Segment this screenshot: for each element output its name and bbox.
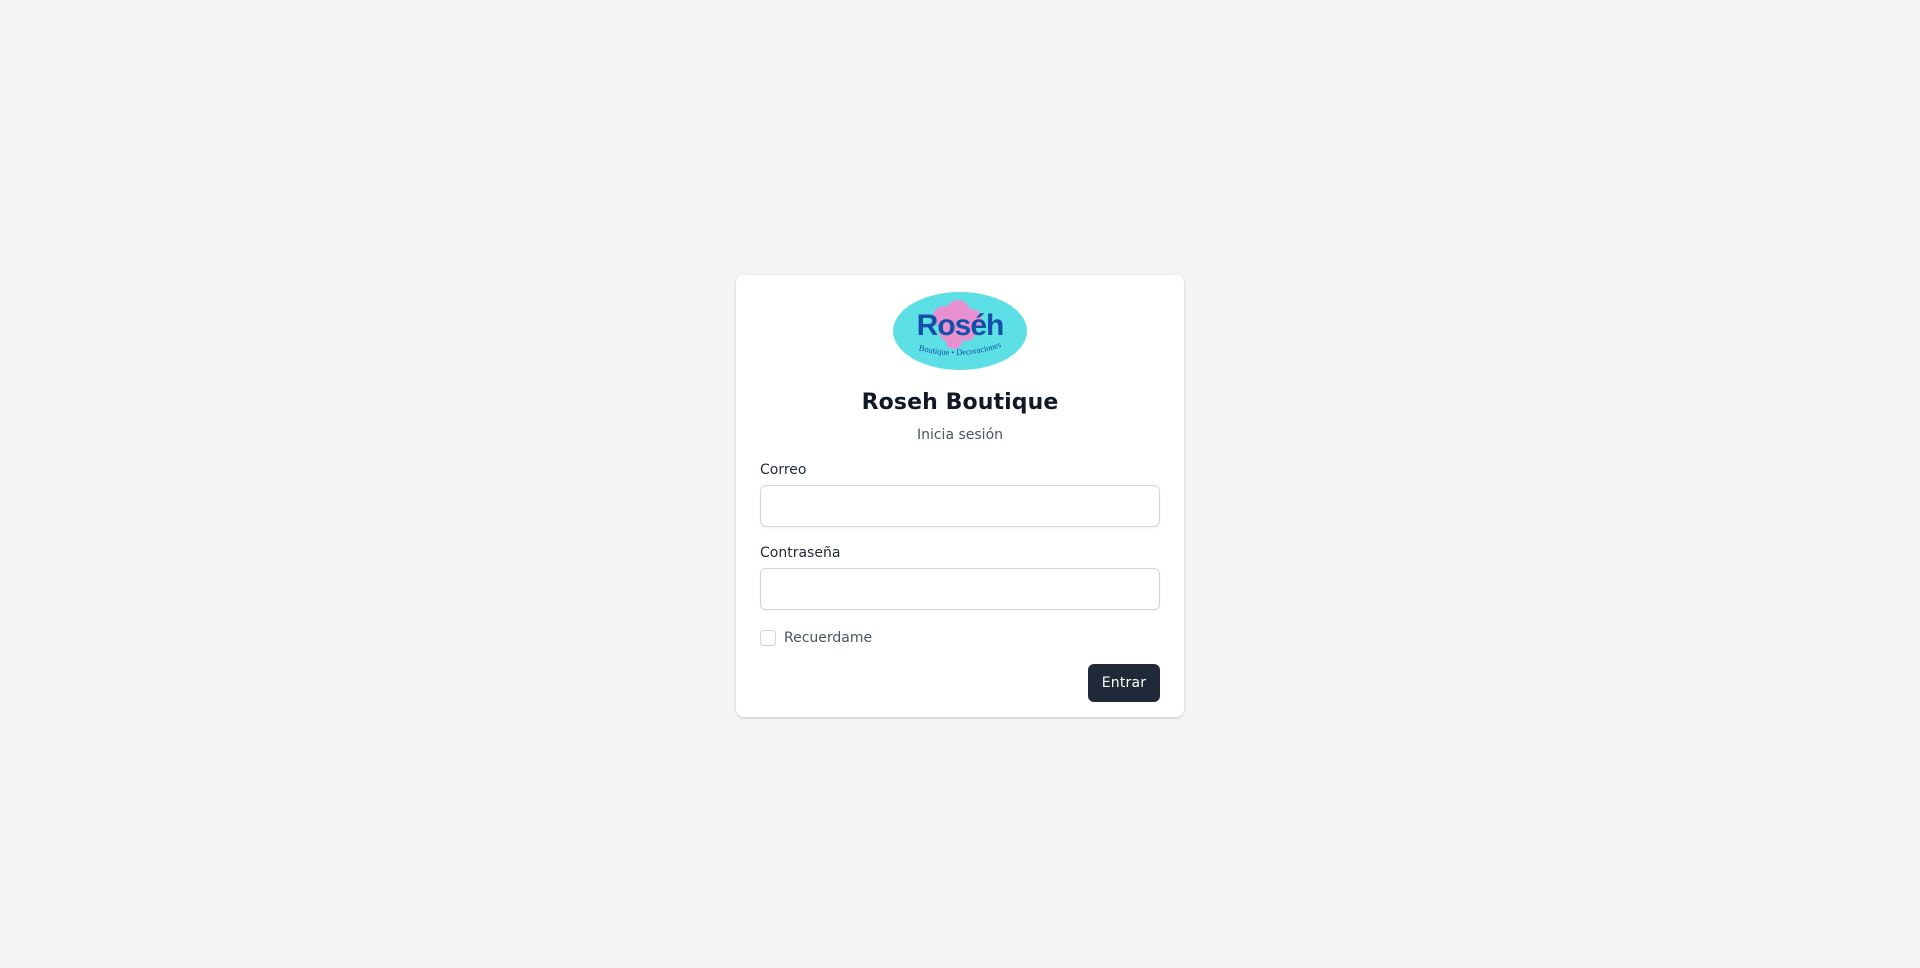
- login-card: Roséh Boutique • Decoraciones Roseh Bout…: [736, 275, 1184, 717]
- password-label: Contraseña: [760, 545, 841, 561]
- email-field[interactable]: [760, 485, 1160, 527]
- remember-me-checkbox[interactable]: [760, 630, 776, 646]
- login-button[interactable]: Entrar: [1088, 664, 1160, 702]
- form-actions: Entrar: [760, 664, 1160, 702]
- page-subtitle: Inicia sesión: [916, 427, 1004, 443]
- email-label: Correo: [760, 462, 807, 478]
- page-title: Roseh Boutique: [861, 390, 1059, 415]
- logo-wordmark: Roséh: [917, 309, 1004, 342]
- roseh-logo: Roséh Boutique • Decoraciones: [893, 292, 1027, 370]
- remember-me-label[interactable]: Recuerdame: [784, 630, 872, 646]
- logo-container: Roséh Boutique • Decoraciones: [760, 291, 1160, 371]
- remember-me-row: Recuerdame: [760, 628, 1160, 648]
- password-field[interactable]: [760, 568, 1160, 610]
